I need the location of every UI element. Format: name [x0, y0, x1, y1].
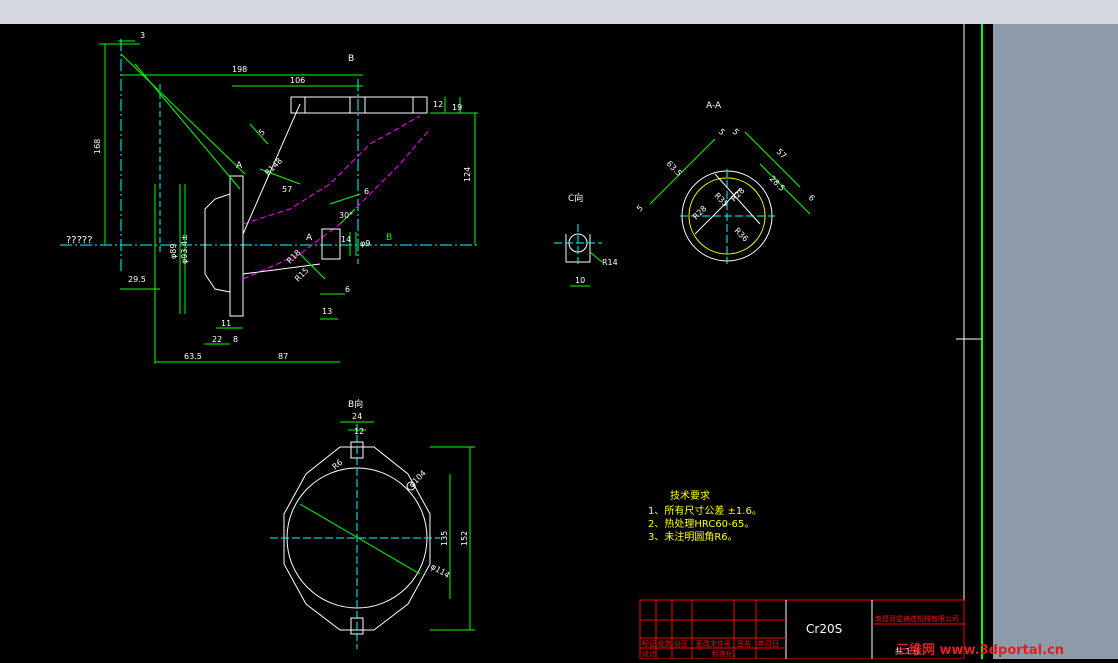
cad-drawing: 3 B 198 106 168 12 19 124 R148 57 5 6 30…: [60, 24, 983, 660]
tb-header-count: 处数: [658, 639, 672, 648]
dim-r15: R15: [293, 266, 311, 284]
unknown-text: ?????: [66, 235, 93, 246]
dim-30deg: 30°: [339, 211, 353, 220]
dim-6: 6: [364, 187, 369, 196]
section-label-b: B: [348, 54, 354, 64]
watermark-brand: 三维网: [896, 643, 936, 658]
section-label-a2: A: [306, 233, 313, 243]
dim-5-a: 5: [717, 127, 727, 137]
dim-12: 12: [433, 100, 443, 109]
material-label: Cr20S: [806, 622, 842, 636]
dim-19: 19: [452, 103, 462, 112]
technical-notes: 技术要求 1、所有尺寸公差 ±1.6。 2、热处理HRC60-65。 3、未注明…: [648, 489, 762, 543]
dim-106: 106: [290, 76, 305, 85]
dim-6b: 6: [345, 285, 350, 294]
tb-header-mark: 标记: [642, 639, 656, 648]
watermark: 三维网 www.3dportal.cn: [896, 639, 1064, 658]
dim-29-5: 29.5: [128, 275, 146, 284]
dim-phi93: φ93.4±: [180, 234, 189, 264]
dim-5: 5: [257, 127, 267, 137]
side-panel: [993, 24, 1118, 659]
dim-r36: R36: [733, 226, 751, 244]
dim-14: 14: [341, 235, 351, 244]
top-toolbar: [0, 0, 1118, 24]
dim-6-a: 6: [807, 193, 817, 203]
dim-87: 87: [278, 352, 288, 361]
dim-8: 8: [233, 335, 238, 344]
dim-198: 198: [232, 65, 247, 74]
note-line-3: 3、未注明圆角R6。: [648, 530, 738, 543]
dim-phi104: φ104: [407, 469, 428, 490]
dim-63-5: 63.5: [184, 352, 202, 361]
dim-5-b: 5: [731, 127, 741, 137]
dim-63-5-a: 63.5: [665, 159, 684, 178]
dim-57-a: 57: [775, 147, 789, 161]
dim-r28-b: R28: [729, 186, 747, 204]
tb-standard: 标准化: [712, 649, 733, 658]
dim-168: 168: [93, 139, 102, 154]
dim-13: 13: [322, 307, 332, 316]
note-line-2: 2、热处理HRC60-65。: [648, 517, 754, 530]
note-line-1: 1、所有尺寸公差 ±1.6。: [648, 504, 762, 517]
notes-title: 技术要求: [670, 489, 710, 502]
dim-11: 11: [221, 319, 231, 328]
section-label-a: A: [236, 161, 243, 171]
tb-header-sign: 签名: [737, 639, 751, 648]
dim-135: 135: [440, 531, 449, 546]
dim-152: 152: [460, 531, 469, 546]
left-view: [60, 39, 480, 364]
drawing-canvas[interactable]: 3 B 198 106 168 12 19 124 R148 57 5 6 30…: [0, 24, 993, 660]
tb-header-zone: 分区: [674, 639, 688, 648]
dim-12-b: 12: [354, 427, 364, 436]
left-view-labels: 3 B 198 106 168 12 19 124 R148 57 5 6 30…: [66, 31, 472, 361]
watermark-url: www.3dportal.cn: [939, 643, 1065, 658]
dim-r28: R28: [691, 204, 709, 222]
tb-header-date: 年月日: [758, 639, 779, 648]
dim-10: 10: [575, 276, 585, 285]
c-view-title: C向: [568, 192, 583, 204]
dim-124: 124: [463, 167, 472, 182]
arrow-label-b: B: [386, 233, 392, 243]
dim-r14: R14: [602, 258, 618, 267]
dim-phi89: φ89: [169, 244, 178, 259]
dim-57: 57: [282, 185, 292, 194]
dim-phi114: φ114: [429, 562, 451, 580]
company-name: 南昌双星铸造机械有限公司: [875, 614, 959, 623]
a-a-view-title: A-A: [706, 101, 722, 111]
dim-r18: R18: [285, 248, 303, 266]
b-view-title: B向: [348, 398, 363, 410]
dim-28-5: 28.5: [768, 174, 787, 193]
dim-3: 3: [140, 31, 145, 40]
dim-22: 22: [212, 335, 222, 344]
tb-design: 设计: [642, 649, 656, 658]
dim-5-c: 5: [635, 203, 645, 213]
dim-24: 24: [352, 412, 362, 421]
dim-phi9: φ9: [360, 239, 370, 248]
tb-header-docno: 更改文件号: [696, 639, 731, 648]
